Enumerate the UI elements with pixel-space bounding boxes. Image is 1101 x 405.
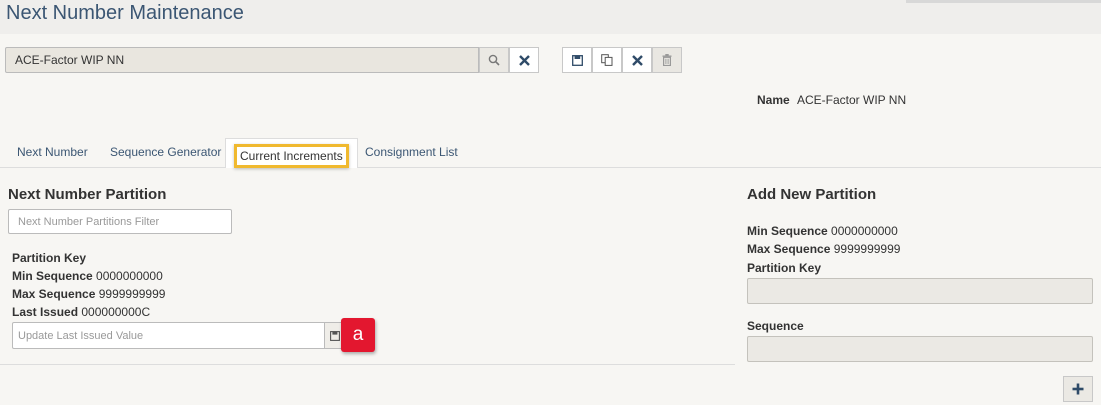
tabs-divider (0, 167, 1101, 168)
max-sequence-value: 9999999999 (98, 287, 166, 301)
add-partition-button[interactable] (1063, 376, 1093, 402)
header-shadow (906, 0, 1101, 3)
max-sequence-row: Max Sequence 9999999999 (12, 287, 165, 301)
search-icon (488, 54, 500, 66)
min-sequence-value: 0000000000 (96, 269, 163, 283)
sequence-label: Sequence (747, 319, 804, 333)
plus-icon (1072, 383, 1084, 395)
last-issued-label: Last Issued (12, 305, 79, 319)
name-value: ACE-Factor WIP NN (797, 93, 907, 107)
add-max-sequence-value: 9999999999 (833, 242, 901, 256)
sequence-input[interactable] (747, 336, 1093, 362)
add-partition-key-label: Partition Key (747, 261, 822, 275)
add-min-sequence-row: Min Sequence 0000000000 (747, 224, 898, 238)
add-max-sequence-row: Max Sequence 9999999999 (747, 242, 900, 256)
partition-section-title: Next Number Partition (8, 186, 167, 203)
save-button[interactable] (562, 47, 592, 73)
delete-button[interactable] (652, 47, 682, 73)
clear-icon (518, 54, 530, 66)
copy-button[interactable] (592, 47, 622, 73)
tab-next-number[interactable]: Next Number (17, 145, 88, 159)
add-partition-title: Add New Partition (747, 186, 877, 203)
callout-badge: a (341, 318, 375, 352)
name-label: Name (757, 93, 790, 107)
add-max-sequence-label: Max Sequence (747, 242, 831, 256)
last-issued-value: 000000000C (81, 305, 151, 319)
save-icon (329, 330, 340, 341)
tab-current-increments[interactable]: Current Increments (225, 138, 358, 168)
save-icon (571, 54, 583, 66)
add-min-sequence-label: Min Sequence (747, 224, 828, 238)
section-divider (0, 364, 735, 365)
page-title: Next Number Maintenance (6, 2, 244, 24)
partition-key-input[interactable] (747, 278, 1093, 304)
partition-filter-input[interactable]: Next Number Partitions Filter (8, 209, 232, 234)
partition-key-label: Partition Key (12, 251, 87, 265)
copy-icon (601, 54, 613, 66)
tab-sequence-generator[interactable]: Sequence Generator (110, 145, 221, 159)
min-sequence-label: Min Sequence (12, 269, 93, 283)
record-search-input[interactable]: ACE-Factor WIP NN (5, 47, 479, 73)
clear-search-button[interactable] (509, 47, 539, 73)
tab-current-increments-label: Current Increments (234, 144, 349, 168)
update-last-issued-input[interactable]: Update Last Issued Value (12, 322, 325, 349)
max-sequence-label: Max Sequence (12, 287, 96, 301)
close-record-button[interactable] (622, 47, 652, 73)
add-min-sequence-value: 0000000000 (831, 224, 898, 238)
min-sequence-row: Min Sequence 0000000000 (12, 269, 163, 283)
last-issued-row: Last Issued 000000000C (12, 305, 150, 319)
close-icon (631, 54, 643, 66)
delete-icon (662, 54, 672, 66)
search-button[interactable] (479, 47, 509, 73)
tab-consignment-list[interactable]: Consignment List (365, 145, 458, 159)
